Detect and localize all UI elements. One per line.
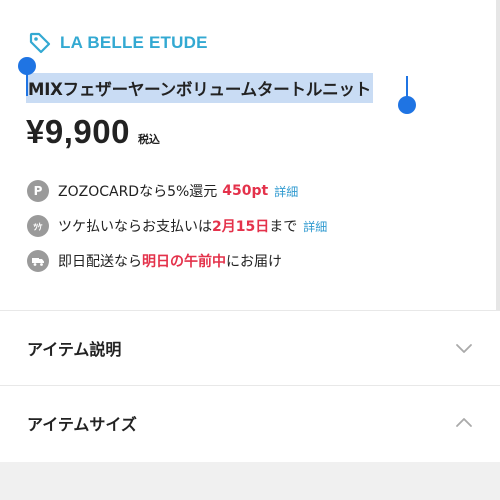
truck-icon (27, 250, 49, 272)
product-detail-screen: LA BELLE ETUDE MIXフェザーヤーンボリュームタートルニット ¥9… (0, 0, 500, 500)
price-block: ¥9,900 税込 (26, 113, 160, 151)
delivery-time: 明日の午前中 (142, 254, 226, 270)
truck-icon-glyph (32, 258, 44, 266)
points-icon: P (27, 180, 49, 202)
selection-start-handle[interactable] (18, 57, 36, 75)
points-amount: 450pt (222, 183, 269, 199)
scroll-edge (496, 0, 500, 310)
tsuke-date: 2月15日 (212, 219, 270, 235)
tsuke-icon: ﾂｹ (27, 215, 49, 237)
same-day-delivery-row: 即日配送なら 明日の午前中 にお届け (27, 250, 282, 272)
delivery-suffix: にお届け (226, 254, 282, 270)
item-size-label: アイテムサイズ (27, 415, 137, 434)
tsuke-suffix: まで (269, 219, 298, 235)
tsuke-payment-row: ﾂｹ ツケ払いならお支払いは 2月15日 まで 詳細 (27, 215, 327, 237)
points-detail-link[interactable]: 詳細 (274, 183, 298, 200)
tag-icon (29, 32, 51, 54)
chevron-down-icon (456, 344, 472, 353)
selection-start-bar (26, 72, 28, 96)
tsuke-text: ツケ払いならお支払いは (58, 219, 212, 235)
brand-name[interactable]: LA BELLE ETUDE (60, 33, 208, 53)
selection-end-handle[interactable] (398, 96, 416, 114)
item-size-accordion[interactable]: アイテムサイズ (0, 386, 500, 460)
price-amount: ¥9,900 (26, 113, 130, 150)
points-text: ZOZOCARDなら5%還元 (58, 184, 218, 200)
zozocard-points-row: P ZOZOCARDなら5%還元 450pt 詳細 (27, 180, 298, 202)
tsuke-detail-link[interactable]: 詳細 (303, 218, 327, 235)
product-title[interactable]: MIXフェザーヤーンボリュームタートルニット (26, 73, 374, 103)
chevron-up-icon (456, 418, 472, 427)
item-description-accordion[interactable]: アイテム説明 (0, 311, 500, 385)
size-content-area (0, 462, 500, 500)
item-description-label: アイテム説明 (27, 340, 122, 359)
brand-link[interactable]: LA BELLE ETUDE (28, 31, 208, 55)
delivery-text: 即日配送なら (58, 254, 142, 270)
tax-label: 税込 (137, 133, 160, 146)
product-title-wrap: MIXフェザーヤーンボリュームタートルニット (26, 73, 374, 103)
